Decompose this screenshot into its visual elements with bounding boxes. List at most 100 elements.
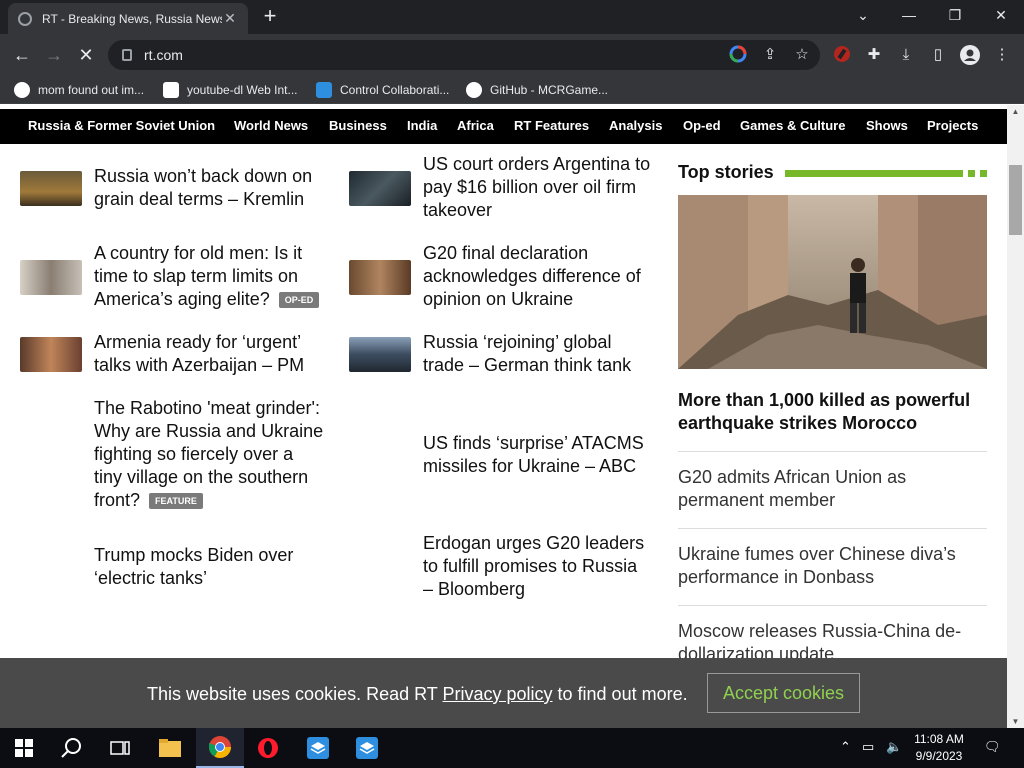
windows-taskbar: ⌃ ▭ 🔈 11:08 AM 9/9/2023 🗨: [0, 728, 1024, 768]
youtube-dl-icon: [163, 82, 179, 98]
article-link[interactable]: Erdogan urges G20 leaders to fulfill prom…: [423, 532, 663, 601]
notifications-icon[interactable]: 🗨: [984, 739, 1001, 755]
privacy-policy-link[interactable]: Privacy policy: [442, 684, 552, 704]
lock-icon: [122, 49, 132, 61]
opera-icon[interactable]: [244, 728, 292, 768]
article-thumbnail[interactable]: [349, 337, 411, 372]
search-icon[interactable]: [48, 728, 96, 768]
divider: [678, 451, 987, 452]
loading-favicon-icon: [18, 11, 32, 26]
address-bar[interactable]: rt.com: [108, 40, 820, 70]
browser-toolbar: ← → ✕ rt.com ⇪ ☆ ✚ ⤓ ▯ ⋮: [0, 34, 1024, 76]
task-view-icon[interactable]: [96, 728, 144, 768]
article-link[interactable]: Armenia ready for ‘urgent’ talks with Aze…: [94, 331, 334, 377]
article-thumbnail[interactable]: [349, 260, 411, 295]
tab-search-icon[interactable]: ⌄: [840, 0, 886, 30]
article-link[interactable]: A country for old men: Is it time to slap…: [94, 242, 334, 311]
bookmark-label: youtube-dl Web Int...: [187, 83, 298, 97]
page-scrollbar[interactable]: ▲ ▼: [1007, 105, 1024, 728]
accent-square: [980, 170, 987, 177]
top-story-lead-link[interactable]: More than 1,000 killed as powerful earthq…: [678, 389, 987, 435]
nav-link-business[interactable]: Business: [329, 118, 387, 133]
bookmark-item[interactable]: GitHub - MCRGame...: [466, 81, 608, 99]
scroll-down-arrow-icon[interactable]: ▼: [1007, 717, 1024, 726]
forward-icon[interactable]: →: [42, 43, 66, 67]
article-thumbnail[interactable]: [20, 171, 82, 206]
nav-link-africa[interactable]: Africa: [457, 118, 494, 133]
bookmark-label: Control Collaborati...: [340, 83, 450, 97]
nav-link-analysis[interactable]: Analysis: [609, 118, 662, 133]
nav-link-world-news[interactable]: World News: [234, 118, 308, 133]
accent-square: [968, 170, 975, 177]
chevron-up-icon[interactable]: ⌃: [840, 739, 851, 755]
cookie-message: This website uses cookies. Read RT Priva…: [147, 684, 688, 704]
download-icon[interactable]: ⤓: [896, 45, 916, 65]
top-stories-accent-bar: [785, 170, 963, 177]
bookmarks-bar: mom found out im... youtube-dl Web Int..…: [0, 76, 1024, 104]
article-link[interactable]: The Rabotino 'meat grinder': Why are Russ…: [94, 397, 334, 512]
article-thumbnail[interactable]: [349, 171, 411, 206]
share-icon[interactable]: ⇪: [760, 45, 780, 65]
article-link[interactable]: US finds ‘surprise’ ATACMS missiles for U…: [423, 432, 663, 478]
bookmark-label: mom found out im...: [38, 83, 145, 97]
top-story-image[interactable]: [678, 195, 987, 369]
nav-link-india[interactable]: India: [407, 118, 437, 133]
app-box-icon[interactable]: [343, 728, 391, 768]
file-explorer-icon[interactable]: [146, 728, 194, 768]
system-clock[interactable]: 11:08 AM 9/9/2023: [900, 731, 978, 765]
tab-title: RT - Breaking News, Russia News: [42, 11, 222, 26]
new-tab-button[interactable]: +: [258, 4, 282, 28]
divider: [678, 528, 987, 529]
nav-link-op-ed[interactable]: Op-ed: [683, 118, 721, 133]
url-text: rt.com: [144, 47, 183, 63]
page-viewport: Russia & Former Soviet Union World News …: [0, 105, 1007, 728]
nav-link-russia[interactable]: Russia & Former Soviet Union: [28, 118, 215, 133]
article-thumbnail[interactable]: [20, 260, 82, 295]
menu-kebab-icon[interactable]: ⋮: [992, 45, 1012, 65]
profile-avatar-icon[interactable]: [960, 45, 980, 65]
bookmark-label: GitHub - MCRGame...: [490, 83, 609, 97]
bookmark-item[interactable]: Control Collaborati...: [316, 81, 449, 99]
article-link[interactable]: US court orders Argentina to pay $16 bill…: [423, 153, 663, 222]
accept-cookies-button[interactable]: Accept cookies: [707, 673, 860, 713]
top-stories-heading: Top stories: [678, 162, 774, 182]
stop-icon[interactable]: ✕: [74, 43, 98, 67]
article-link[interactable]: Russia won’t back down on grain deal term…: [94, 165, 334, 211]
bookmark-item[interactable]: youtube-dl Web Int...: [163, 81, 298, 99]
article-link[interactable]: Trump mocks Biden over ‘electric tanks’: [94, 544, 334, 590]
top-story-link[interactable]: G20 admits African Union as permanent mem…: [678, 466, 987, 512]
network-icon[interactable]: ▭: [862, 739, 874, 755]
windows-start-icon[interactable]: [0, 728, 48, 768]
close-window-button[interactable]: ✕: [978, 0, 1024, 30]
back-icon[interactable]: ←: [10, 43, 34, 67]
extensions-puzzle-icon[interactable]: ✚: [864, 45, 884, 65]
chrome-taskbar-icon[interactable]: [196, 728, 244, 768]
bookmark-star-icon[interactable]: ☆: [792, 45, 812, 65]
top-story-link[interactable]: Ukraine fumes over Chinese diva’s perform…: [678, 543, 987, 589]
scroll-up-arrow-icon[interactable]: ▲: [1007, 107, 1024, 116]
feature-badge: FEATURE: [149, 493, 203, 510]
app-box-icon[interactable]: [294, 728, 342, 768]
restore-button[interactable]: ❐: [932, 0, 978, 30]
monitor-icon: [316, 82, 332, 98]
article-thumbnail[interactable]: [20, 337, 82, 372]
bookmark-item[interactable]: mom found out im...: [14, 81, 144, 99]
tab-strip: RT - Breaking News, Russia News ✕ + ⌄ — …: [0, 0, 1024, 34]
extension-red-icon[interactable]: [832, 45, 852, 65]
scrollbar-thumb[interactable]: [1009, 165, 1022, 235]
article-link[interactable]: Russia ‘rejoining’ global trade – German …: [423, 331, 663, 377]
minimize-button[interactable]: —: [886, 0, 932, 30]
cookie-banner: This website uses cookies. Read RT Priva…: [0, 658, 1007, 728]
tab-close-icon[interactable]: ✕: [222, 10, 238, 27]
nav-link-projects[interactable]: Projects: [927, 118, 978, 133]
nav-link-rt-features[interactable]: RT Features: [514, 118, 589, 133]
site-nav: Russia & Former Soviet Union World News …: [0, 109, 1007, 144]
side-panel-icon[interactable]: ▯: [928, 45, 948, 65]
nav-link-shows[interactable]: Shows: [866, 118, 908, 133]
github-icon: [466, 82, 482, 98]
nav-link-games-culture[interactable]: Games & Culture: [740, 118, 845, 133]
google-icon: [14, 82, 30, 98]
article-link[interactable]: G20 final declaration acknowledges differ…: [423, 242, 663, 311]
google-lens-icon[interactable]: [728, 45, 748, 65]
browser-tab[interactable]: RT - Breaking News, Russia News ✕: [8, 3, 248, 34]
